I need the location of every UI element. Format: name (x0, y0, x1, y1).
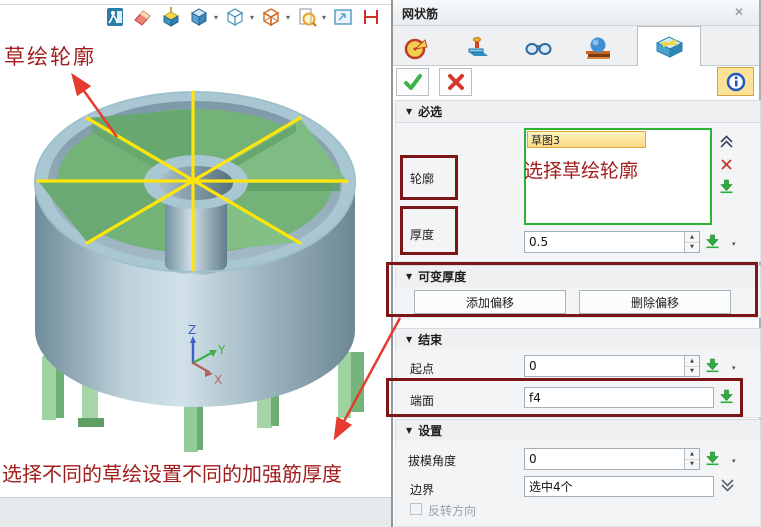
end-face-value: f4 (529, 391, 541, 405)
start-dropdown[interactable]: ▾ (732, 364, 736, 372)
expand-boundary-icon[interactable] (720, 478, 735, 493)
thickness-spinner[interactable]: ▲▼ (684, 232, 699, 252)
sphere-mat-icon (585, 35, 611, 61)
boundary-label: 边界 (410, 481, 434, 498)
info-button[interactable] (717, 67, 754, 96)
boundary-input[interactable]: 选中4个 (524, 476, 714, 497)
draft-angle-value: 0 (529, 452, 537, 466)
3d-model-canvas: Z Y X (0, 0, 391, 497)
tab-glasses[interactable] (515, 30, 561, 66)
cancel-button[interactable] (439, 68, 472, 96)
eraser-icon[interactable] (132, 6, 154, 28)
collapse-list-icon[interactable] (719, 134, 734, 149)
pick-draft-angle-icon[interactable] (705, 451, 720, 466)
ok-button[interactable] (396, 68, 429, 96)
end-face-label: 端面 (410, 392, 434, 409)
start-input[interactable]: 0 ▲▼ (524, 355, 700, 377)
check-icon (403, 72, 423, 92)
gauge-icon (404, 36, 428, 60)
section-variable-thickness-label: 可变厚度 (418, 268, 466, 285)
collapse-icon: ▼ (406, 107, 412, 116)
dialog-titlebar[interactable]: 网状筋 ✕ (393, 0, 759, 26)
collapse-icon: ▼ (406, 335, 412, 344)
draft-angle-spinner[interactable]: ▲▼ (684, 449, 699, 469)
bounding-box-icon[interactable] (260, 6, 282, 28)
measure-width-icon[interactable] (360, 6, 382, 28)
collapse-icon: ▼ (406, 272, 412, 281)
end-face-input[interactable]: f4 (524, 387, 714, 408)
shaded-cube-dropdown[interactable]: ▾ (214, 13, 218, 22)
zoom-document-dropdown[interactable]: ▾ (322, 13, 326, 22)
status-strip (0, 497, 391, 527)
profile-label: 轮廓 (410, 170, 434, 187)
start-spinner[interactable]: ▲▼ (684, 356, 699, 376)
tab-mesh-rib[interactable] (637, 26, 701, 66)
start-value: 0 (529, 359, 537, 373)
section-variable-thickness-header[interactable]: ▼ 可变厚度 (395, 265, 761, 288)
section-settings-header[interactable]: ▼ 设置 (395, 419, 761, 442)
info-icon (726, 72, 746, 92)
view-toolbar: ▾ ▾ ▾ ▾ (104, 6, 382, 28)
tab-sphere-mat[interactable] (575, 30, 621, 66)
thickness-dropdown[interactable]: ▾ (732, 240, 736, 248)
section-required-header[interactable]: ▼ 必选 (395, 100, 761, 123)
axis-x-label: X (214, 373, 222, 387)
wireframe-cube-dropdown[interactable]: ▾ (250, 13, 254, 22)
axis-z-label: Z (188, 323, 196, 337)
tab-stamp[interactable] (455, 30, 501, 66)
cross-icon (446, 72, 466, 92)
tab-gauge[interactable] (393, 30, 439, 66)
glasses-icon (524, 39, 552, 57)
extrude-face-icon[interactable] (160, 6, 182, 28)
pick-start-icon[interactable] (705, 358, 720, 373)
add-offset-button[interactable]: 添加偏移 (414, 290, 566, 314)
pick-end-face-icon[interactable] (719, 389, 734, 404)
zoom-document-icon[interactable] (296, 6, 318, 28)
axis-y-label: Y (217, 343, 226, 357)
section-required-label: 必选 (418, 103, 442, 120)
draft-angle-input[interactable]: 0 ▲▼ (524, 448, 700, 470)
profile-list[interactable]: 草图3 (524, 128, 712, 225)
remove-selection-icon[interactable] (719, 157, 734, 172)
draft-angle-dropdown[interactable]: ▾ (732, 457, 736, 465)
thickness-value: 0.5 (529, 235, 548, 249)
fit-window-icon[interactable] (332, 6, 354, 28)
close-icon[interactable]: ✕ (734, 5, 744, 19)
pick-thickness-icon[interactable] (705, 234, 720, 249)
stamp-icon (465, 35, 491, 61)
section-end-label: 结束 (418, 331, 442, 348)
collapse-icon: ▼ (406, 426, 412, 435)
section-settings-label: 设置 (418, 422, 442, 439)
exit-icon[interactable] (104, 6, 126, 28)
application-window: Z Y X ▾ ▾ ▾ ▾ 网状筋 ✕ (0, 0, 761, 527)
draft-angle-label: 拔模角度 (408, 452, 456, 469)
pick-profile-icon[interactable] (719, 179, 734, 194)
thickness-input[interactable]: 0.5 ▲▼ (524, 231, 700, 253)
section-end-header[interactable]: ▼ 结束 (395, 328, 761, 351)
remove-offset-button[interactable]: 删除偏移 (579, 290, 731, 314)
mesh-rib-dialog: 网状筋 ✕ (391, 0, 761, 527)
dialog-tabstrip (393, 26, 759, 66)
3d-viewport[interactable]: Z Y X ▾ ▾ ▾ ▾ (0, 0, 391, 497)
dialog-title: 网状筋 (402, 5, 438, 22)
boundary-value: 选中4个 (529, 478, 573, 495)
wireframe-cube-icon[interactable] (224, 6, 246, 28)
bounding-box-dropdown[interactable]: ▾ (286, 13, 290, 22)
mesh-rib-icon (654, 34, 684, 60)
reverse-direction-label: 反转方向 (428, 502, 476, 519)
reverse-direction-checkbox[interactable] (410, 503, 422, 515)
thickness-label: 厚度 (410, 226, 434, 243)
shaded-cube-icon[interactable] (188, 6, 210, 28)
dialog-actions (393, 66, 759, 100)
profile-selected-item[interactable]: 草图3 (527, 131, 646, 148)
start-label: 起点 (410, 360, 434, 377)
